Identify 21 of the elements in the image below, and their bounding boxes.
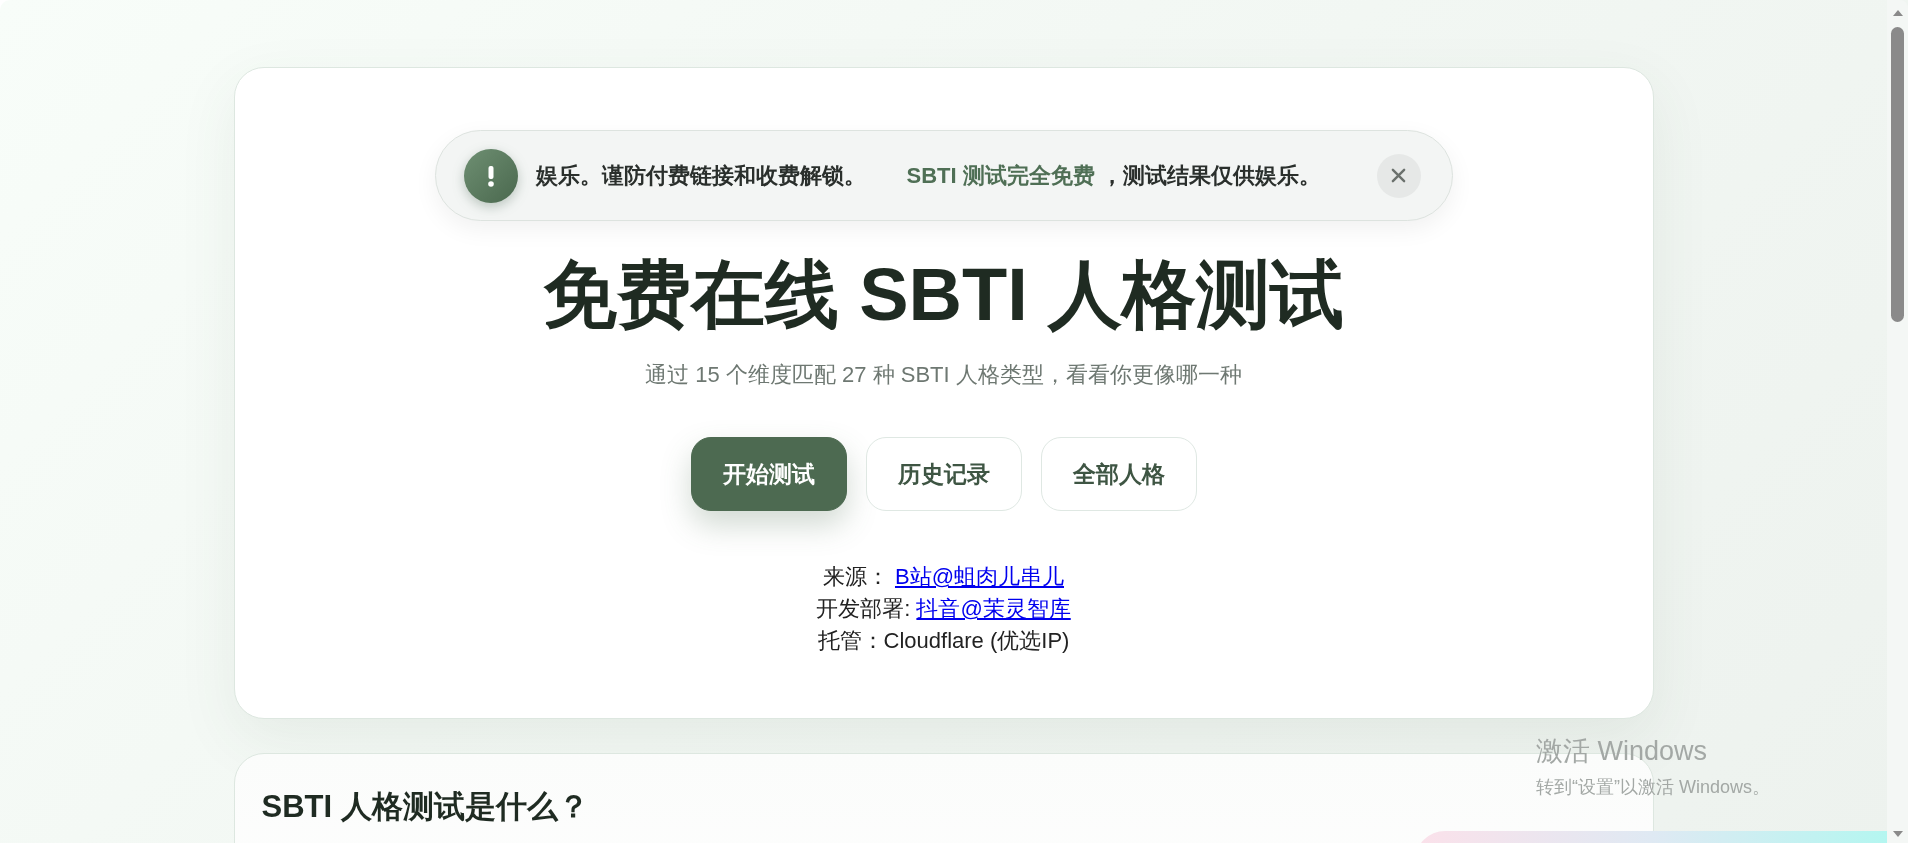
page-subtitle: 通过 15 个维度匹配 27 种 SBTI 人格类型，看看你更像哪一种 [645, 361, 1242, 389]
action-button[interactable]: 历史记录 [865, 437, 1022, 511]
scrollbar-thumb[interactable] [1891, 27, 1904, 322]
scroll-down-icon[interactable] [1892, 831, 1903, 837]
action-button[interactable]: 全部人格 [1040, 437, 1197, 511]
notice-text: SBTI 测试完全免费 ，测试结果仅供娱乐。 [906, 161, 1321, 190]
credit-link[interactable]: 抖音@茉灵智库 [916, 593, 1071, 625]
page-title: 免费在线 SBTI 人格测试 [542, 255, 1345, 335]
notice-text: 娱乐。谨防付费链接和收费解锁。 [535, 161, 866, 190]
credit-label: 来源： [823, 563, 889, 591]
activation-title: 激活 Windows [1536, 735, 1708, 768]
scroll-up-icon[interactable] [1892, 10, 1903, 16]
credit-label: 开发部署: [816, 595, 911, 623]
section-title: SBTI 人格测试是什么？ [261, 788, 589, 826]
alert-icon [463, 148, 518, 203]
activation-hint: 转到“设置”以激活 Windows。 [1536, 776, 1770, 799]
scrollbar[interactable] [1887, 0, 1908, 843]
close-icon [1391, 168, 1406, 183]
action-button[interactable]: 开始测试 [690, 437, 847, 511]
credit-text: 托管：Cloudflare (优选IP) [817, 627, 1070, 655]
credit-link[interactable]: B站@蛆肉儿串儿 [895, 561, 1064, 593]
